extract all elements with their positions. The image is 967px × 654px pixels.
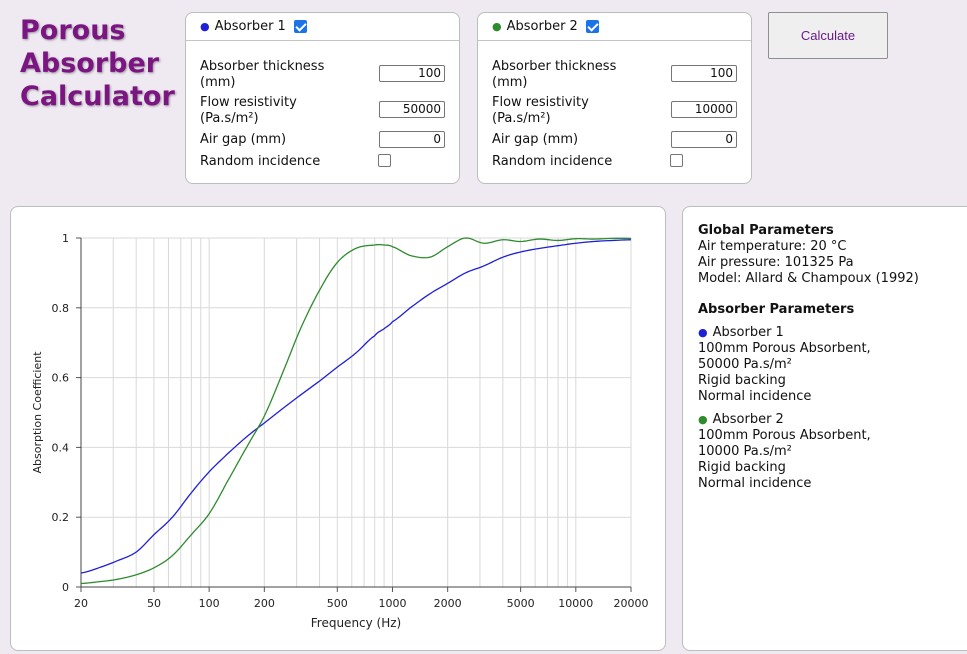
absorber-2-enable-checkbox[interactable] <box>585 20 599 33</box>
absorber-1-dot-icon: ● <box>200 20 210 33</box>
global-param-line: Air pressure: 101325 Pa <box>698 255 854 270</box>
airgap-label: Air gap (mm) <box>200 132 287 147</box>
x-tick-label: 50 <box>147 597 161 610</box>
flow-label-line: Flow resistivity <box>200 95 297 110</box>
absorber-2-info-line: Rigid backing <box>698 460 786 475</box>
x-tick-label: 10000 <box>558 597 593 610</box>
flow-label: Flow resistivity (Pa.s/m²) <box>200 95 297 127</box>
absorber-1-title: Absorber 1 <box>214 19 286 34</box>
info-panel: Global Parameters Air temperature: 20 °C… <box>682 206 967 651</box>
absorber-2-dot-icon: ● <box>492 20 502 33</box>
airgap-input[interactable]: 0 <box>671 131 737 148</box>
flow-label-unit: (Pa.s/m²) <box>492 111 551 126</box>
thickness-label-line: Absorber thickness <box>492 59 617 74</box>
series-line-absorber-2 <box>80 237 632 585</box>
y-tick-label: 1 <box>62 232 69 245</box>
absorber-2-info-title: ● Absorber 2 <box>698 412 967 428</box>
thickness-label: Absorber thickness (mm) <box>492 59 616 91</box>
absorber-1-info-title: ● Absorber 1 <box>698 325 967 341</box>
x-tick-label: 500 <box>327 597 348 610</box>
y-axis-label: Absorption Coefficient <box>31 351 44 474</box>
global-param-line: Air temperature: 20 °C <box>698 239 847 254</box>
absorber-1-header: ● Absorber 1 <box>186 13 459 41</box>
absorber-1-info-line: 50000 Pa.s/m² <box>698 357 792 372</box>
app-title-line: Calculator <box>20 81 175 112</box>
flow-resistivity-input[interactable]: 50000 <box>379 101 445 118</box>
airgap-input[interactable]: 0 <box>379 131 445 148</box>
absorption-chart: 0 0.2 0.4 0.6 0.8 1 20 50 100 200 500 1000 2000 5000 1… <box>31 232 649 630</box>
absorber-1-info-line: 100mm Porous Absorbent, <box>698 341 871 356</box>
x-tick-label: 100 <box>199 597 220 610</box>
thickness-input[interactable]: 100 <box>379 65 445 82</box>
flow-resistivity-input[interactable]: 10000 <box>671 101 737 118</box>
thickness-label-unit: (mm) <box>200 75 236 90</box>
chart-panel: 0 0.2 0.4 0.6 0.8 1 20 50 100 200 500 1000 2000 5000 1… <box>10 206 666 651</box>
thickness-input[interactable]: 100 <box>671 65 737 82</box>
thickness-label-line: Absorber thickness <box>200 59 325 74</box>
x-tick-label: 5000 <box>507 597 535 610</box>
random-incidence-checkbox[interactable] <box>378 154 391 167</box>
random-incidence-checkbox[interactable] <box>670 154 683 167</box>
y-tick-label: 0 <box>62 581 69 594</box>
flow-label-line: Flow resistivity <box>492 95 589 110</box>
absorber-1-info-dot-icon: ● <box>698 326 708 339</box>
app-title-line: Porous <box>20 15 126 46</box>
app-title: Porous Absorber Calculator <box>20 14 180 113</box>
calculate-button[interactable]: Calculate <box>768 12 888 59</box>
x-tick-label: 1000 <box>378 597 406 610</box>
random-incidence-label: Random incidence <box>492 154 613 169</box>
absorber-1-enable-checkbox[interactable] <box>293 20 307 33</box>
absorber-2-info-line: 100mm Porous Absorbent, <box>698 428 871 443</box>
global-parameters-heading: Global Parameters <box>698 223 834 238</box>
x-tick-label: 20 <box>74 597 88 610</box>
absorber-parameters-heading: Absorber Parameters <box>698 302 855 317</box>
flow-label-unit: (Pa.s/m²) <box>200 111 259 126</box>
absorber-1-info-line: Rigid backing <box>698 373 786 388</box>
y-tick-label: 0.2 <box>52 511 70 524</box>
global-param-line: Model: Allard & Champoux (1992) <box>698 271 919 286</box>
airgap-label: Air gap (mm) <box>492 132 579 147</box>
absorber-2-info-line: 10000 Pa.s/m² <box>698 444 792 459</box>
y-tick-label: 0.8 <box>52 302 70 315</box>
thickness-label: Absorber thickness (mm) <box>200 59 324 91</box>
absorber-2-info-dot-icon: ● <box>698 413 708 426</box>
flow-label: Flow resistivity (Pa.s/m²) <box>492 95 589 127</box>
absorber-2-header: ● Absorber 2 <box>478 13 751 41</box>
absorber-2-panel: ● Absorber 2 Absorber thickness (mm) 100… <box>477 12 752 184</box>
absorber-1-info-line: Normal incidence <box>698 389 812 404</box>
x-axis-label: Frequency (Hz) <box>311 616 402 630</box>
x-tick-label: 200 <box>254 597 275 610</box>
thickness-label-unit: (mm) <box>492 75 528 90</box>
absorber-2-title: Absorber 2 <box>506 19 578 34</box>
absorber-2-info-name: Absorber 2 <box>712 412 784 427</box>
random-incidence-label: Random incidence <box>200 154 321 169</box>
absorber-1-info-name: Absorber 1 <box>712 325 784 340</box>
x-tick-label: 20000 <box>614 597 649 610</box>
y-tick-label: 0.4 <box>52 441 70 454</box>
x-tick-label: 2000 <box>434 597 462 610</box>
absorber-2-info-line: Normal incidence <box>698 476 812 491</box>
series-line-absorber-1 <box>80 239 632 574</box>
app-title-line: Absorber <box>20 48 160 79</box>
absorber-1-panel: ● Absorber 1 Absorber thickness (mm) 100… <box>185 12 460 184</box>
y-tick-label: 0.6 <box>52 372 70 385</box>
